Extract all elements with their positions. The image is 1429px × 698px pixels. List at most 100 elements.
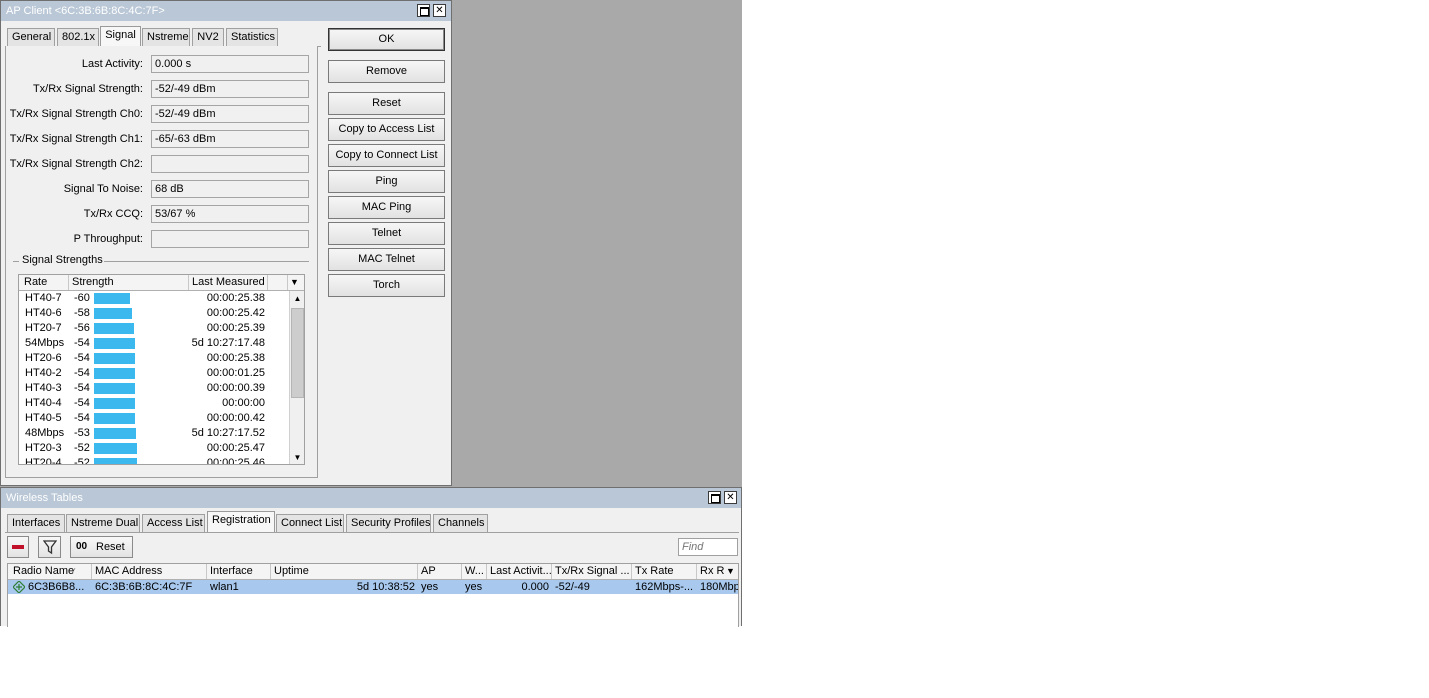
tab-interfaces[interactable]: Interfaces (7, 514, 65, 532)
last-activity-value: 0.000 s (151, 55, 309, 73)
ap-cell: yes (421, 581, 439, 593)
group-divider-left (13, 261, 19, 262)
strength-cell: -52 (74, 457, 90, 465)
column-header-wds[interactable]: W... (462, 564, 487, 579)
last-measured-cell: 00:00:00.39 (206, 382, 265, 394)
registration-table[interactable]: Radio Name ⁄ MAC Address Interface Uptim… (7, 563, 739, 627)
remove-button[interactable]: Remove (328, 60, 445, 83)
wireless-tables-titlebar[interactable]: Wireless Tables ✕ (1, 488, 741, 508)
tab-8021x[interactable]: 802.1x (57, 28, 99, 46)
column-header-interface[interactable]: Interface (207, 564, 271, 579)
tab-statistics[interactable]: Statistics (226, 28, 278, 46)
ccq-label: Tx/Rx CCQ: (83, 208, 143, 220)
column-header-signal[interactable]: Tx/Rx Signal ... (552, 564, 632, 579)
rate-cell: 48Mbps (25, 427, 65, 439)
strength-bar (94, 368, 135, 379)
find-input[interactable] (678, 538, 738, 556)
signal-strength-ch1-value: -65/-63 dBm (151, 130, 309, 148)
table-row[interactable]: HT40-4 -54 00:00:00 (19, 396, 289, 411)
filter-button[interactable] (38, 536, 61, 558)
column-header-last-measured[interactable]: Last Measured (189, 275, 268, 290)
column-header-uptime[interactable]: Uptime (271, 564, 418, 579)
last-measured-cell: 00:00:25.38 (206, 352, 265, 364)
tab-nv2[interactable]: NV2 (192, 28, 224, 46)
ping-button[interactable]: Ping (328, 170, 445, 193)
column-header-mac-address[interactable]: MAC Address (92, 564, 207, 579)
table-row[interactable]: HT40-6 -58 00:00:25.42 (19, 306, 289, 321)
signal-table-scrollbar[interactable]: ▲ ▼ (289, 291, 304, 464)
tab-access-list[interactable]: Access List (142, 514, 205, 532)
table-row[interactable]: HT20-3 -52 00:00:25.47 (19, 441, 289, 456)
table-row[interactable]: HT40-3 -54 00:00:00.39 (19, 381, 289, 396)
column-header-rate[interactable]: Rate (21, 275, 69, 290)
copy-to-connect-list-button[interactable]: Copy to Connect List (328, 144, 445, 167)
table-row[interactable]: 6C3B6B8... 6C:3B:6B:8C:4C:7F wlan1 5d 10… (8, 580, 738, 594)
reset-counters-button[interactable]: 00 Reset (70, 536, 133, 558)
strength-cell: -52 (74, 442, 90, 454)
last-measured-cell: 00:00:00 (222, 397, 265, 409)
tab-connect-list[interactable]: Connect List (276, 514, 344, 532)
maximize-icon[interactable] (417, 4, 430, 17)
signal-strengths-group-label: Signal Strengths (22, 254, 103, 266)
scrollbar-thumb[interactable] (291, 308, 304, 398)
telnet-button[interactable]: Telnet (328, 222, 445, 245)
window-title: Wireless Tables (6, 492, 83, 504)
strength-bar (94, 413, 135, 424)
column-header-strength[interactable]: Strength (69, 275, 189, 290)
signal-strength-ch0-label: Tx/Rx Signal Strength Ch0: (9, 108, 143, 120)
table-row[interactable]: HT20-7 -56 00:00:25.39 (19, 321, 289, 336)
reset-counters-label: Reset (96, 541, 125, 553)
last-measured-cell: 00:00:25.42 (206, 307, 265, 319)
tab-nstreme-dual[interactable]: Nstreme Dual (66, 514, 140, 532)
remove-entry-button[interactable] (7, 536, 29, 558)
close-icon[interactable]: ✕ (724, 491, 737, 504)
scroll-down-icon[interactable]: ▼ (290, 450, 304, 464)
table-row[interactable]: HT40-7 -60 00:00:25.38 (19, 291, 289, 306)
maximize-icon[interactable] (708, 491, 721, 504)
strength-cell: -54 (74, 412, 90, 424)
mac-address-cell: 6C:3B:6B:8C:4C:7F (95, 581, 193, 593)
uptime-cell: 5d 10:38:52 (356, 581, 415, 593)
columns-dropdown-icon[interactable]: ▼ (288, 275, 304, 290)
mac-ping-button[interactable]: MAC Ping (328, 196, 445, 219)
table-row[interactable]: 54Mbps -54 5d 10:27:17.48 (19, 336, 289, 351)
ap-client-titlebar[interactable]: AP Client <6C:3B:6B:8C:4C:7F> ✕ (1, 1, 451, 21)
strength-bar (94, 338, 135, 349)
copy-to-access-list-button[interactable]: Copy to Access List (328, 118, 445, 141)
column-header-last-activity[interactable]: Last Activit... (487, 564, 552, 579)
p-throughput-label: P Throughput: (73, 233, 143, 245)
reset-button[interactable]: Reset (328, 92, 445, 115)
ok-button[interactable]: OK (328, 28, 445, 51)
mac-telnet-button[interactable]: MAC Telnet (328, 248, 445, 271)
last-measured-cell: 00:00:25.38 (206, 292, 265, 304)
table-row[interactable]: HT20-4 -52 00:00:25.46 (19, 456, 289, 465)
tab-general[interactable]: General (7, 28, 55, 46)
wireless-tables-window: Wireless Tables ✕ Interfaces Nstreme Dua… (0, 487, 742, 627)
close-icon[interactable]: ✕ (433, 4, 446, 17)
tab-nstreme[interactable]: Nstreme (142, 28, 190, 46)
table-row[interactable]: 48Mbps -53 5d 10:27:17.52 (19, 426, 289, 441)
sort-indicator: ⁄ (73, 567, 75, 576)
signal-strengths-table[interactable]: Rate Strength Last Measured ▼ HT40-7 -60 0… (18, 274, 305, 465)
column-header-ap[interactable]: AP (418, 564, 462, 579)
column-header-rx-rate[interactable]: Rx R (697, 564, 725, 579)
tab-channels[interactable]: Channels (433, 514, 488, 532)
table-row[interactable]: HT40-2 -54 00:00:01.25 (19, 366, 289, 381)
columns-dropdown-icon[interactable]: ▼ (725, 564, 738, 579)
strength-bar (94, 443, 137, 454)
tab-underline (5, 532, 739, 533)
torch-button[interactable]: Torch (328, 274, 445, 297)
last-measured-cell: 5d 10:27:17.52 (191, 427, 265, 439)
ap-client-window: AP Client <6C:3B:6B:8C:4C:7F> ✕ General … (0, 0, 452, 486)
radio-name-cell: 6C3B6B8... (10, 580, 92, 594)
column-header-tx-rate[interactable]: Tx Rate (632, 564, 697, 579)
last-activity-label: Last Activity: (81, 58, 143, 70)
scroll-up-icon[interactable]: ▲ (290, 291, 304, 306)
tab-security-profiles[interactable]: Security Profiles (346, 514, 431, 532)
tab-registration[interactable]: Registration (207, 511, 275, 532)
group-divider-right (104, 261, 309, 262)
table-row[interactable]: HT20-6 -54 00:00:25.38 (19, 351, 289, 366)
tab-signal[interactable]: Signal (100, 26, 141, 47)
rate-cell: HT40-2 (25, 367, 62, 379)
table-row[interactable]: HT40-5 -54 00:00:00.42 (19, 411, 289, 426)
